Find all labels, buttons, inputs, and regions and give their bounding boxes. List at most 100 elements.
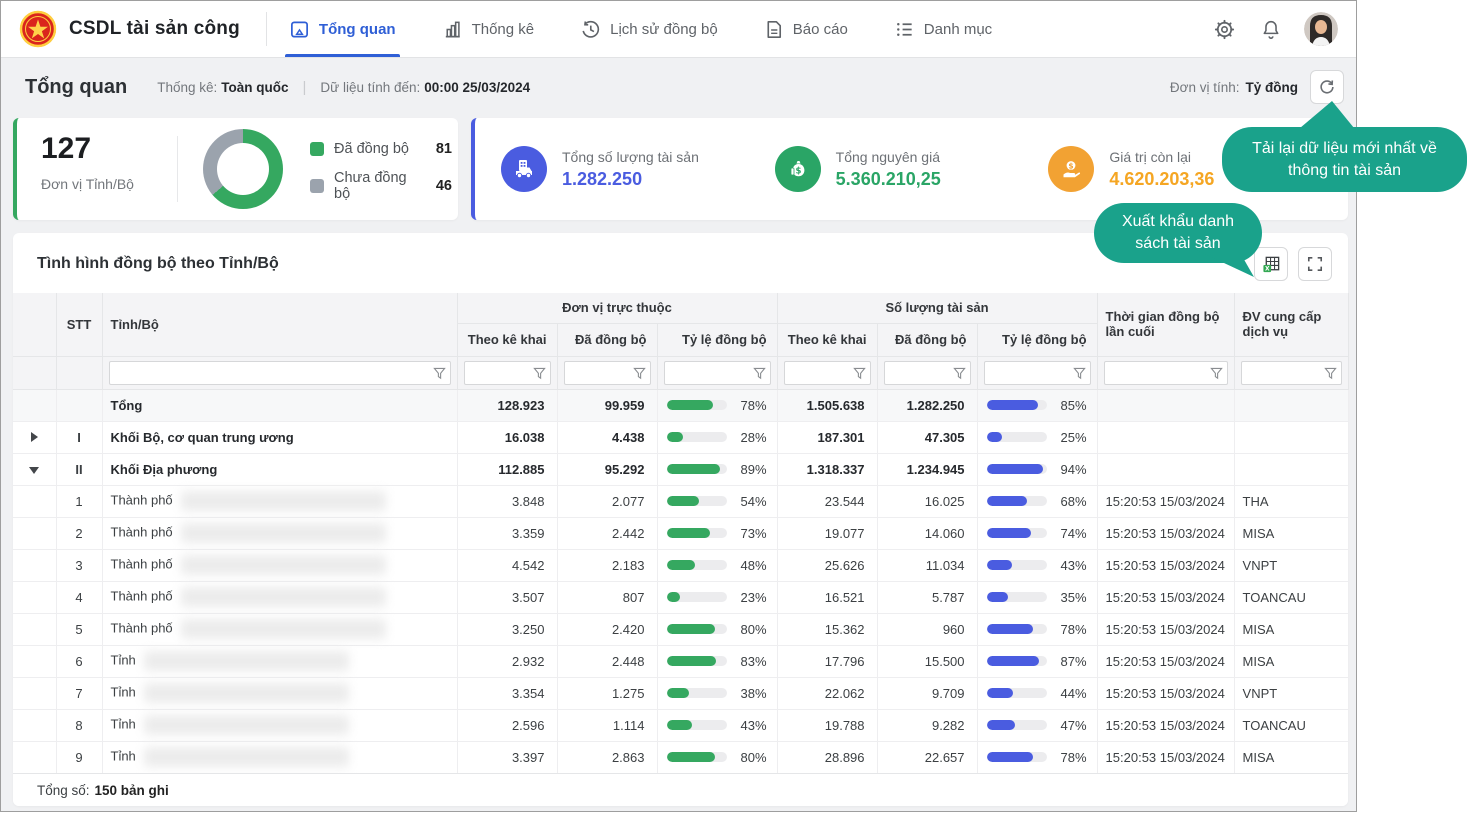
refresh-icon — [1318, 78, 1336, 96]
progress-label: 80% — [735, 750, 767, 765]
stt-cell: 6 — [56, 645, 102, 677]
progress-fill — [987, 656, 1039, 666]
filter-funnel-icon[interactable] — [753, 367, 766, 380]
tab-lich-su-dong-bo[interactable]: Lịch sử đồng bộ — [580, 1, 718, 57]
progress-fill — [987, 560, 1013, 570]
stt-cell: 4 — [56, 581, 102, 613]
col-last-sync-time: Thời gian đồng bộ lần cuối — [1097, 293, 1234, 356]
sync-rate: 87% — [986, 654, 1087, 669]
expand-cell — [13, 741, 56, 773]
service-provider-cell — [1234, 421, 1348, 453]
sync-rate: 44% — [986, 686, 1087, 701]
province-name: Thành phố — [111, 492, 173, 507]
col-group-subordinate-units: Đơn vị trực thuộc — [457, 293, 777, 323]
expand-cell[interactable] — [13, 453, 56, 485]
progress-label: 47% — [1055, 718, 1087, 733]
progress-label: 48% — [735, 558, 767, 573]
filter-funnel-icon[interactable] — [633, 367, 646, 380]
svg-text:$: $ — [795, 166, 801, 176]
stt-cell: I — [56, 421, 102, 453]
donut-hole — [217, 143, 269, 195]
filter-funnel-icon[interactable] — [953, 367, 966, 380]
column-filter-input[interactable] — [885, 362, 950, 384]
last-sync-time-cell: 15:20:53 15/03/2024 — [1097, 645, 1234, 677]
legend-value: 81 — [436, 141, 452, 157]
filter-cell — [657, 356, 777, 389]
column-filter-input[interactable] — [1242, 362, 1321, 384]
progress-track — [667, 528, 727, 538]
total-records-label: Tổng số: — [37, 783, 90, 798]
filter-funnel-icon[interactable] — [1210, 367, 1223, 380]
table-row: 3Thành phố4.5422.18348%25.62611.03443%15… — [13, 549, 1348, 581]
declared-units-cell: 2.442 — [557, 517, 657, 549]
col-service-provider: ĐV cung cấp dịch vụ — [1234, 293, 1348, 356]
tab-label: Tổng quan — [319, 21, 396, 38]
declared-units-cell: 3.397 — [457, 741, 557, 773]
expand-cell[interactable] — [13, 421, 56, 453]
table-row: 9Tỉnh3.3972.86380%28.89622.65778%15:20:5… — [13, 741, 1348, 773]
progress-fill — [667, 432, 684, 442]
asset-count-cell: 9.709 — [877, 677, 977, 709]
filter-funnel-icon[interactable] — [853, 367, 866, 380]
tab-label: Danh mục — [924, 21, 992, 38]
progress-fill — [667, 624, 715, 634]
stt-cell: 8 — [56, 709, 102, 741]
column-filter-input[interactable] — [1105, 362, 1207, 384]
sync-rate: 38% — [666, 686, 767, 701]
province-name-cell: Thành phố — [102, 485, 457, 517]
province-name-cell: Thành phố — [102, 549, 457, 581]
top-navbar: CSDL tài sản công Tổng quan Thống kê — [1, 1, 1356, 58]
tab-bao-cao[interactable]: Báo cáo — [764, 1, 848, 57]
filter-funnel-icon[interactable] — [533, 367, 546, 380]
unit-sync-rate-cell: 80% — [657, 741, 777, 773]
progress-fill — [667, 688, 690, 698]
asset-count-cell: 15.500 — [877, 645, 977, 677]
column-filter-input[interactable] — [565, 362, 630, 384]
subheader: Tổng quan Thống kê: Toàn quốc | Dữ liệu … — [1, 58, 1356, 116]
stt-cell — [56, 389, 102, 421]
progress-label: 23% — [735, 590, 767, 605]
progress-track — [987, 464, 1047, 474]
export-excel-button[interactable]: X — [1254, 247, 1288, 281]
column-filter-input[interactable] — [985, 362, 1070, 384]
refresh-button[interactable] — [1310, 70, 1344, 104]
stat-label: Giá trị còn lại — [1109, 149, 1214, 165]
tab-danh-muc[interactable]: Danh mục — [894, 1, 992, 57]
asset-sync-rate-cell: 68% — [977, 485, 1097, 517]
stat-total-assets: Tổng số lượng tài sản 1.282.250 — [501, 146, 775, 192]
user-avatar[interactable] — [1304, 12, 1338, 46]
filter-funnel-icon[interactable] — [1073, 367, 1086, 380]
svg-text:$: $ — [1069, 161, 1074, 170]
column-filter-input[interactable] — [785, 362, 850, 384]
collapse-arrow-icon[interactable] — [29, 467, 39, 474]
fullscreen-button[interactable] — [1298, 247, 1332, 281]
province-name-cell: Tỉnh — [102, 741, 457, 773]
table-row: 8Tỉnh2.5961.11443%19.7889.28247%15:20:53… — [13, 709, 1348, 741]
column-filter — [109, 361, 451, 385]
tooltip-tail-up — [1292, 101, 1372, 128]
statistics-icon — [442, 19, 463, 40]
last-sync-time-cell — [1097, 453, 1234, 485]
column-filter-input[interactable] — [665, 362, 750, 384]
filter-cell-empty — [56, 356, 102, 389]
asset-sync-rate-cell: 87% — [977, 645, 1097, 677]
asset-count-cell: 11.034 — [877, 549, 977, 581]
filter-funnel-icon[interactable] — [433, 367, 446, 380]
tab-tong-quan[interactable]: Tổng quan — [289, 1, 396, 57]
column-filter-input[interactable] — [110, 362, 430, 384]
table-row: 7Tỉnh3.3541.27538%22.0629.70944%15:20:53… — [13, 677, 1348, 709]
filter-funnel-icon[interactable] — [1324, 367, 1337, 380]
unit-sync-rate-cell: 43% — [657, 709, 777, 741]
progress-track — [987, 624, 1047, 634]
tab-thong-ke[interactable]: Thống kê — [442, 1, 535, 57]
assets-truck-icon — [501, 146, 547, 192]
col-group-asset-count: Số lượng tài sản — [777, 293, 1097, 323]
sync-history-icon — [580, 19, 601, 40]
expand-arrow-icon[interactable] — [31, 432, 38, 442]
sync-rate: 54% — [666, 494, 767, 509]
settings-button[interactable] — [1211, 16, 1238, 43]
notifications-button[interactable] — [1258, 16, 1284, 43]
column-filter-input[interactable] — [465, 362, 530, 384]
progress-track — [667, 592, 727, 602]
progress-track — [987, 400, 1047, 410]
